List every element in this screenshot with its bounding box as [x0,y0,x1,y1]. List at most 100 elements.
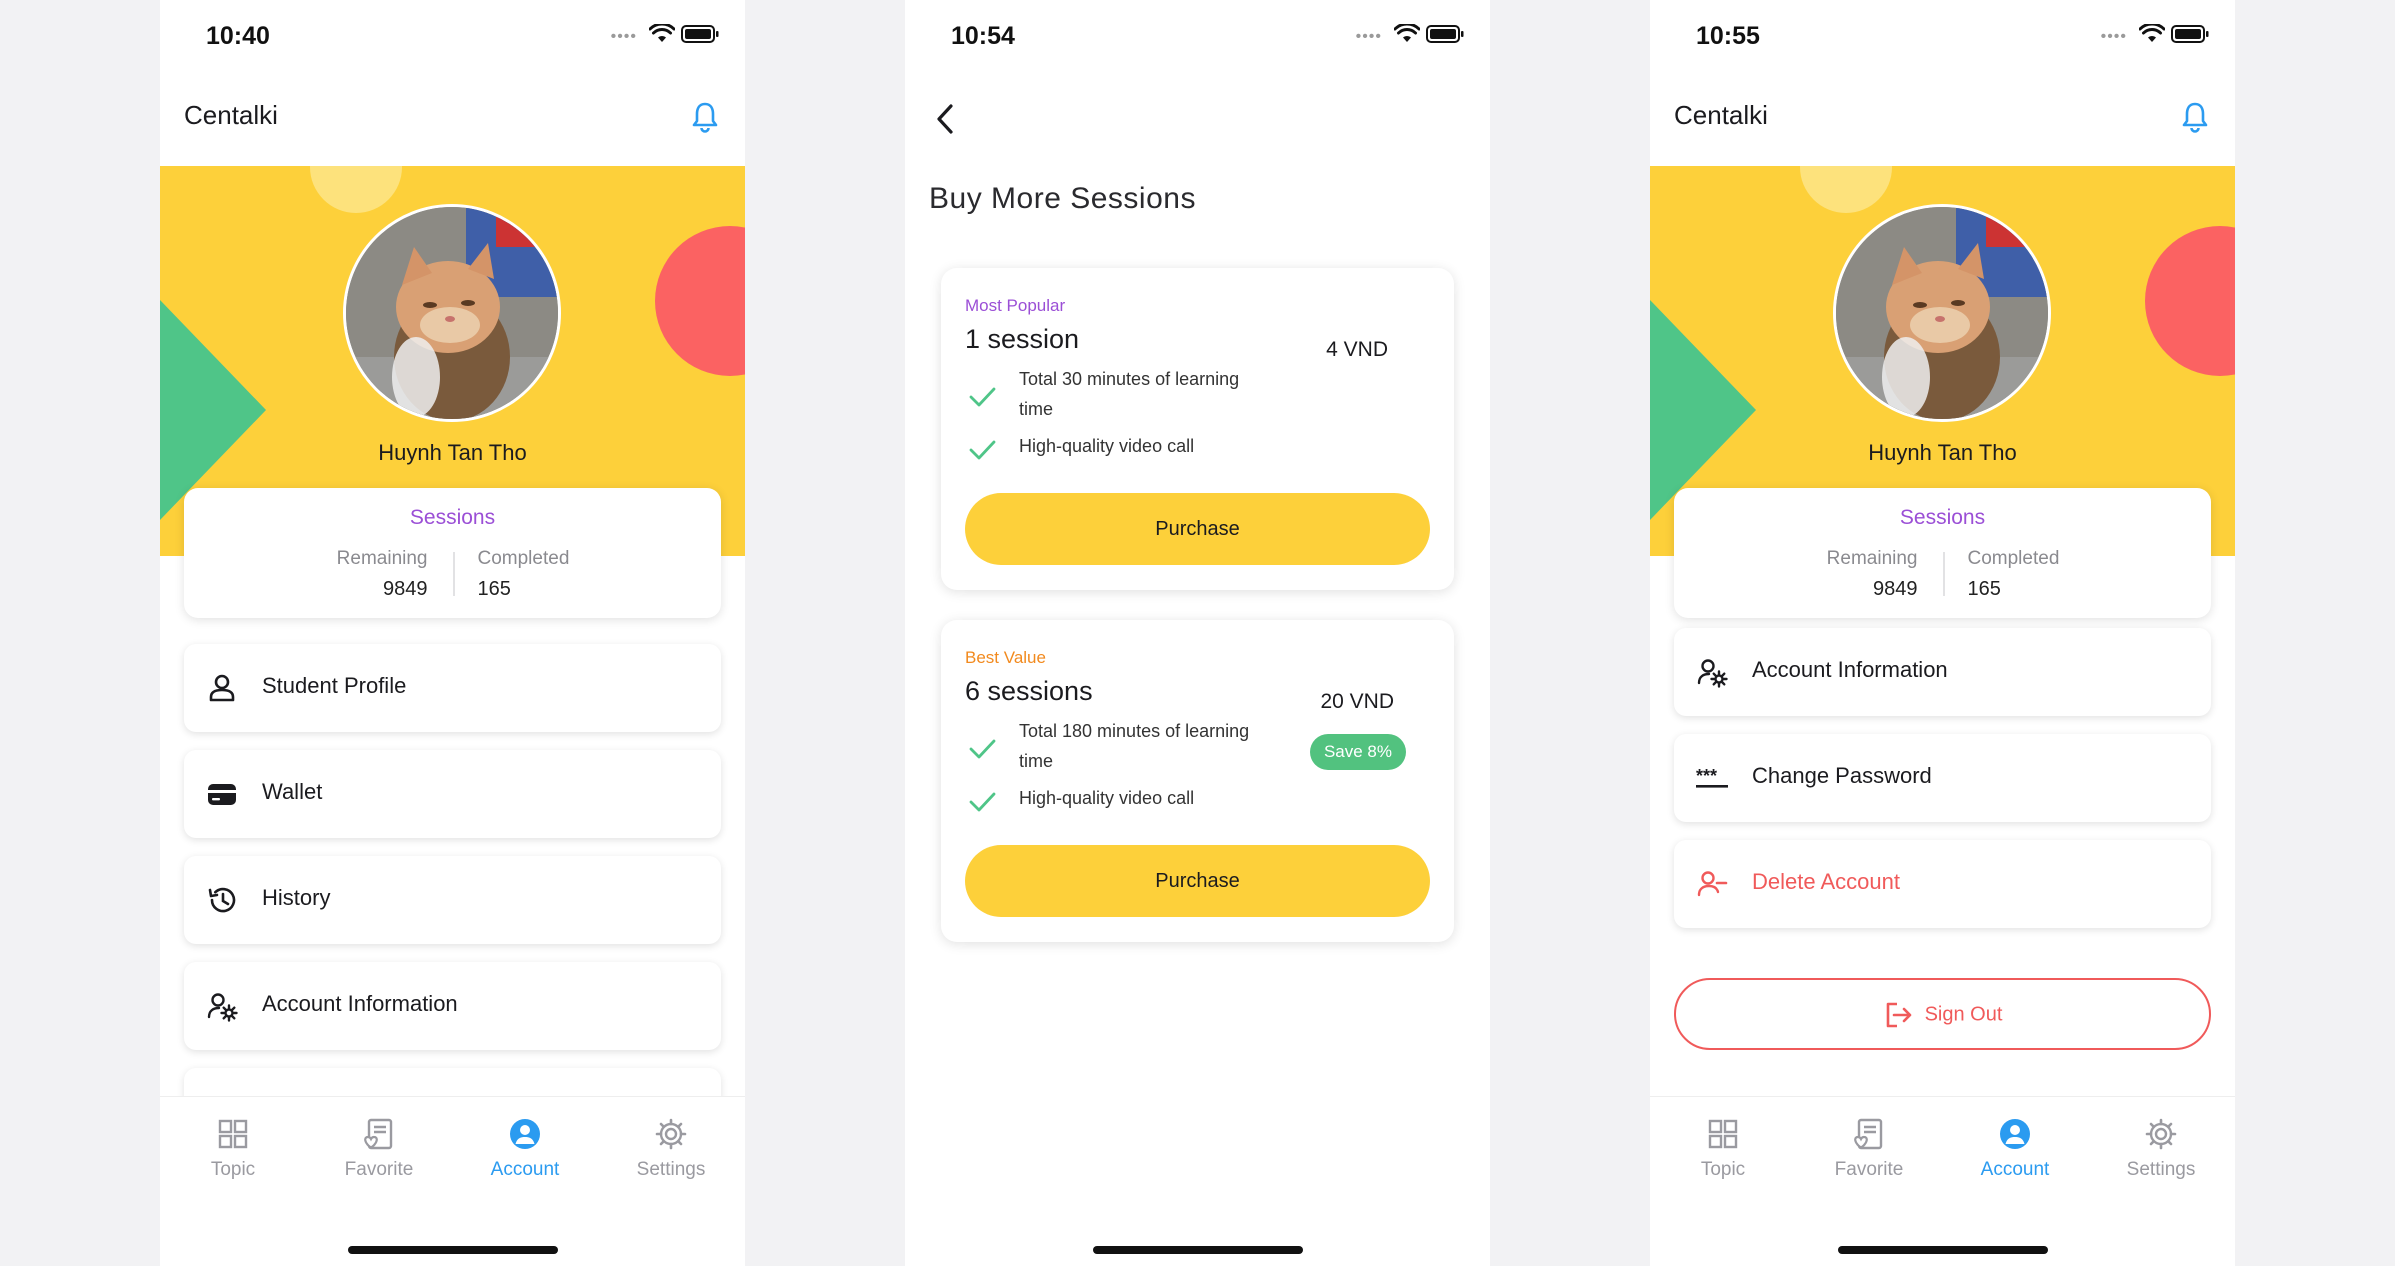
menu-item-account-information[interactable]: Account Information [1674,628,2211,716]
sessions-completed: Completed 165 [453,548,570,601]
battery-icon [1426,25,1464,43]
decor-triangle [160,300,266,520]
sessions-remaining: Remaining 9849 [1827,548,1943,601]
user-gear-icon [1697,659,1728,688]
gear-icon [2145,1118,2177,1150]
app-title: Centalki [184,100,278,130]
package-price: 4 VND [1326,338,1388,361]
wallet-icon [208,784,236,805]
wifi-icon [1394,24,1420,42]
sign-out-content: Sign Out [1676,1000,2209,1030]
grid-icon [218,1119,248,1149]
favorite-list-icon [364,1118,393,1150]
status-time: 10:40 [206,22,270,50]
tab-label: Account [490,1159,560,1180]
menu-item-label: Account Information [262,991,458,1016]
menu-item-label: History [262,885,331,910]
purchase-button[interactable]: Purchase [965,845,1430,917]
account-icon [510,1119,540,1149]
avatar[interactable] [1833,204,2051,422]
home-indicator[interactable] [348,1246,558,1254]
package-feature: Total 180 minutes of learning time [1019,721,1250,771]
menu-item-label: Wallet [262,779,323,804]
status-time: 10:55 [1696,22,1760,50]
menu-item-label: Change Password [1752,763,1932,788]
user-name: Huynh Tan Tho [1868,440,2017,465]
account-icon [2000,1119,2030,1149]
user-name: Huynh Tan Tho [378,440,527,465]
check-icon [969,739,996,759]
bell-icon[interactable] [2179,100,2211,134]
sessions-completed: Completed 165 [1943,548,2060,601]
check-icon [969,440,996,460]
package-name: 1 session [965,324,1080,354]
sessions-remaining: Remaining 9849 [337,548,453,601]
bell-icon[interactable] [689,100,721,134]
menu-item-label: Student Profile [262,673,407,698]
sessions-card: Sessions Remaining 9849 Completed 165 [1674,488,2211,618]
status-bar: 10:40 •••• [160,0,745,70]
purchase-button[interactable]: Purchase [965,493,1430,565]
package-feature: Total 30 minutes of learning time [1019,369,1240,419]
remaining-value: 9849 [383,578,428,600]
battery-icon [681,25,719,43]
app-title: Centalki [1674,100,1768,130]
tab-label: Account [1980,1159,2050,1180]
tab-favorite[interactable]: Favorite [306,1117,452,1181]
sign-out-label: Sign Out [1924,1003,2003,1026]
avatar[interactable] [343,204,561,422]
completed-value: 165 [1967,578,2001,600]
back-arrow-icon[interactable] [931,102,961,136]
tab-account[interactable]: Account [452,1117,598,1181]
menu-item-student-profile[interactable]: Student Profile [184,644,721,732]
sign-out-button[interactable]: Sign Out [1674,978,2211,1050]
status-time: 10:54 [951,22,1015,50]
decor-circle [655,226,745,376]
tab-account[interactable]: Account [1942,1117,2088,1181]
menu-item-change-password[interactable]: *** Change Password [1674,734,2211,822]
grid-icon [1708,1119,1738,1149]
tab-settings[interactable]: Settings [598,1117,744,1181]
package-card: Best Value 6 sessions 20 VND Save 8% Tot… [941,620,1454,942]
tab-topic[interactable]: Topic [1650,1117,1796,1181]
sessions-title: Sessions [409,506,496,529]
decor-circle [1800,166,1892,213]
wifi-icon [649,24,675,42]
tab-bar: Topic Favorite Account Settings [1650,1096,2235,1266]
menu-item-wallet[interactable]: Wallet [184,750,721,838]
person-icon [209,674,235,702]
tab-bar: Topic Favorite Account Settings [160,1096,745,1266]
tab-label: Topic [1700,1159,1746,1180]
tab-favorite[interactable]: Favorite [1796,1117,1942,1181]
tab-topic[interactable]: Topic [160,1117,306,1181]
tab-label: Settings [2126,1159,2196,1180]
menu-item-label: Delete Account [1752,869,1900,894]
package-card: Most Popular 1 session 4 VND Total 30 mi… [941,268,1454,590]
tab-label: Topic [210,1159,256,1180]
package-price: 20 VND [1320,690,1394,713]
signal-dots-icon: •••• [610,28,637,45]
tab-settings[interactable]: Settings [2088,1117,2234,1181]
decor-circle [2145,226,2235,376]
save-badge: Save 8% [1309,734,1406,770]
tab-label: Settings [636,1159,706,1180]
favorite-list-icon [1854,1118,1883,1150]
completed-label: Completed [477,548,570,569]
home-indicator[interactable] [1838,1246,2048,1254]
wifi-icon [2139,24,2165,42]
check-icon [969,792,996,812]
menu-item-account-information[interactable]: Account Information [184,962,721,1050]
signal-dots-icon: •••• [1355,28,1382,45]
battery-icon [2171,25,2209,43]
signal-dots-icon: •••• [2100,28,2127,45]
menu-item-delete-account[interactable]: Delete Account [1674,840,2211,928]
tab-label: Favorite [344,1159,414,1180]
gear-icon [655,1118,687,1150]
svg-text:***: *** [1696,766,1717,786]
page-title: Buy More Sessions [929,182,1196,215]
home-indicator[interactable] [1093,1246,1303,1254]
status-bar: 10:54 •••• [905,0,1490,70]
menu-item-history[interactable]: History [184,856,721,944]
sessions-title: Sessions [1899,506,1986,529]
completed-value: 165 [477,578,511,600]
